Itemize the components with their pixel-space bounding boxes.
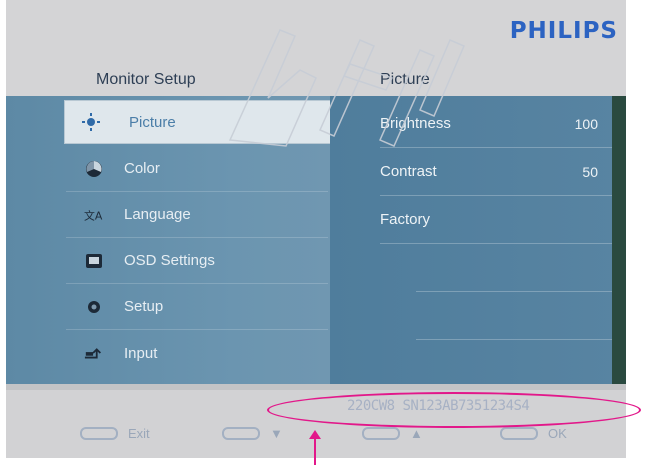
submenu-empty-row <box>416 244 612 292</box>
submenu-item-brightness[interactable]: Brightness 100 <box>380 100 612 148</box>
header-title-left: Monitor Setup <box>96 71 196 88</box>
submenu-edge <box>612 96 626 384</box>
button-key-icon <box>222 426 260 440</box>
menu-item-color[interactable]: Color <box>66 146 328 192</box>
picture-icon <box>81 112 101 132</box>
submenu-empty-row <box>416 340 612 388</box>
exit-button[interactable]: Exit <box>80 425 150 441</box>
button-label: Exit <box>128 425 150 441</box>
brand-logo: PHILIPS <box>509 18 618 44</box>
color-icon <box>84 159 104 179</box>
menu-item-picture[interactable]: Picture <box>64 100 332 144</box>
menu-item-language[interactable]: 文A Language <box>66 192 328 238</box>
osd-settings-icon <box>84 251 104 271</box>
main-menu: Picture Color 文A Language OSD Settings S… <box>6 96 332 384</box>
button-key-icon <box>500 426 538 440</box>
menu-item-label: Setup <box>124 298 164 315</box>
brightness-value: 100 <box>574 115 598 132</box>
submenu-item-label: Brightness <box>380 115 451 132</box>
menu-item-label: Input <box>124 344 158 362</box>
button-key-icon <box>362 426 400 440</box>
osd-window: PHILIPS Monitor Setup Picture Picture Co… <box>6 0 626 458</box>
button-key-icon <box>80 426 118 440</box>
contrast-value: 50 <box>582 163 598 180</box>
header-title-right: Picture <box>380 71 430 88</box>
submenu-panel: Brightness 100 Contrast 50 Factory <box>330 96 626 384</box>
submenu-item-label: Factory <box>380 211 431 228</box>
submenu-empty-row <box>416 292 612 340</box>
menu-item-label: Color <box>124 160 160 177</box>
menu-item-setup[interactable]: Setup <box>66 284 328 330</box>
footer-divider <box>6 384 626 390</box>
osd-main-panel: Picture Color 文A Language OSD Settings S… <box>6 96 626 384</box>
submenu-item-label: Contrast <box>380 163 437 180</box>
setup-icon <box>84 297 104 317</box>
menu-item-input[interactable]: Input <box>66 330 328 376</box>
submenu-item-factory[interactable]: Factory <box>380 196 612 244</box>
down-button[interactable]: ▼ <box>222 425 283 441</box>
input-icon <box>84 343 104 363</box>
button-label: ▼ <box>270 425 283 441</box>
submenu-item-contrast[interactable]: Contrast 50 <box>380 148 612 196</box>
svg-text:文A: 文A <box>84 208 103 222</box>
button-label: OK <box>548 425 567 441</box>
menu-item-label: OSD Settings <box>124 252 215 269</box>
button-label: ▲ <box>410 425 423 441</box>
ok-button[interactable]: OK <box>500 425 567 441</box>
menu-item-osd-settings[interactable]: OSD Settings <box>66 238 328 284</box>
language-icon: 文A <box>84 205 104 225</box>
menu-item-label: Picture <box>129 113 176 131</box>
annotation-arrow-icon <box>309 430 321 465</box>
annotation-ellipse <box>267 392 641 428</box>
up-button[interactable]: ▲ <box>362 425 423 441</box>
menu-item-label: Language <box>124 206 191 223</box>
